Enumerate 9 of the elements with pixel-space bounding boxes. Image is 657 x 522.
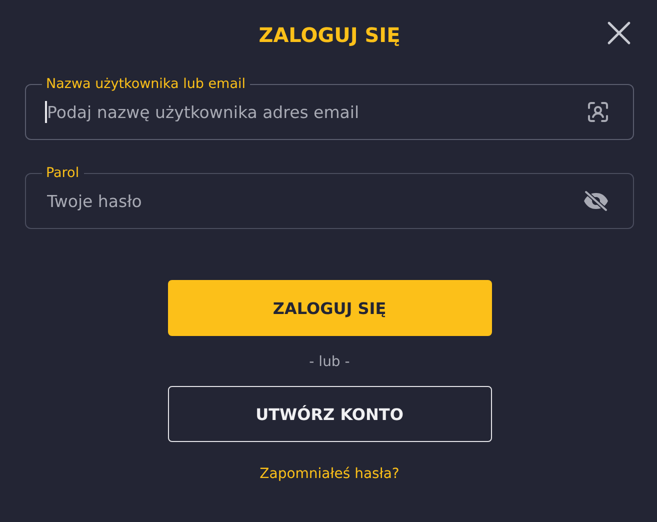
- login-button[interactable]: ZALOGUJ SIĘ: [168, 280, 492, 336]
- user-scan-icon[interactable]: [586, 100, 610, 124]
- field-label: Nazwa użytkownika lub email: [42, 76, 250, 92]
- forgot-password-link[interactable]: Zapomniałeś hasła?: [260, 466, 400, 482]
- register-button[interactable]: UTWÓRZ KONTO: [168, 386, 492, 442]
- eye-off-icon[interactable]: [582, 189, 610, 213]
- text-cursor: [45, 101, 47, 123]
- separator-text: - lub -: [309, 354, 350, 370]
- dialog-title: ZALOGUJ SIĘ: [258, 23, 400, 47]
